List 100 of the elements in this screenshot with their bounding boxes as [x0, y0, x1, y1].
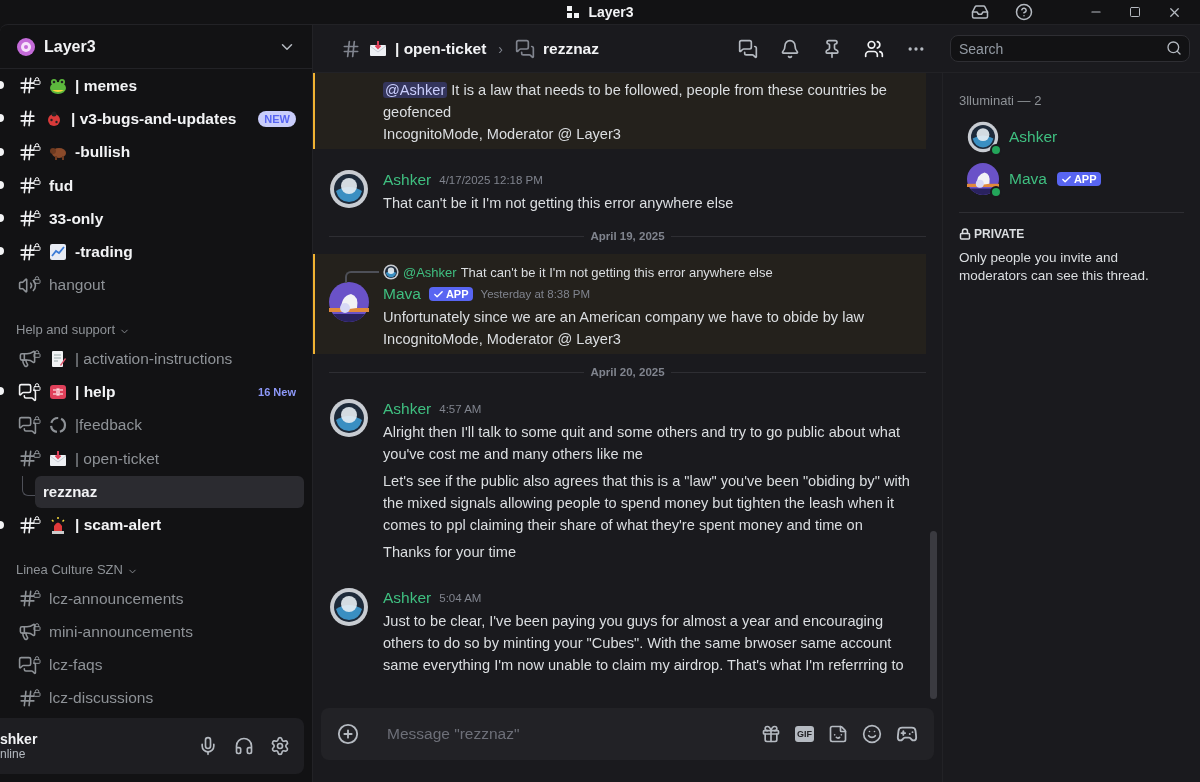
hash-icon — [18, 449, 37, 469]
maximize-icon[interactable] — [1129, 6, 1141, 18]
logo-icon — [566, 5, 581, 19]
speech-bubbles-icon — [18, 382, 37, 402]
timestamp: 5:04 AM — [439, 592, 482, 604]
server-icon — [16, 36, 36, 57]
threads-icon[interactable] — [738, 38, 758, 59]
channel-name[interactable]: fud — [49, 176, 304, 195]
hash-icon — [18, 142, 37, 162]
scrollbar[interactable] — [930, 531, 937, 699]
message-text: That can't be it I'm not getting this error anywhere else — [383, 195, 734, 211]
hash-icon — [341, 38, 361, 59]
channel-name[interactable]: |feedback — [75, 416, 304, 435]
author-name[interactable]: Ashker — [383, 400, 432, 418]
channel-name[interactable]: hangout — [49, 276, 304, 295]
settings-icon[interactable] — [270, 736, 290, 756]
mention[interactable]: @Ashker — [383, 82, 448, 98]
breadcrumb-separator: › — [498, 40, 503, 57]
message-text: IncognitoMode, Moderator @ Layer3 — [383, 331, 621, 347]
app-badge: APP — [1056, 172, 1101, 186]
timestamp: Yesterday at 8:38 PM — [480, 288, 591, 300]
search-field[interactable]: Search — [950, 35, 1190, 62]
channel-name[interactable]: | v3-bugs-and-updates — [71, 109, 251, 128]
message-text: Alright then I'll talk to some quit and some others and try to go public about what you've cost me and many others like me — [383, 424, 901, 462]
help-icon[interactable] — [1015, 3, 1033, 21]
envelope-icon — [49, 449, 67, 468]
members-icon[interactable] — [864, 38, 884, 59]
inbox-icon[interactable] — [971, 3, 989, 21]
avatar — [329, 587, 369, 627]
channel-name[interactable]: 33-only — [49, 209, 304, 228]
channel-name[interactable]: lcz-faqs — [49, 656, 304, 675]
timestamp: 4:57 AM — [439, 403, 482, 415]
new-badge: NEW — [258, 110, 296, 127]
channel-name[interactable]: | memes — [75, 76, 304, 95]
sticker-icon[interactable] — [828, 724, 848, 744]
new-count: 16 New — [258, 386, 296, 398]
thread-icon — [515, 38, 535, 59]
hash-icon — [18, 515, 37, 535]
microphone-icon[interactable] — [198, 736, 218, 756]
author-name[interactable]: Ashker — [383, 171, 432, 189]
emoji-icon[interactable] — [862, 724, 882, 744]
message-text: Unfortunately since we are an American company we have to obide by law — [383, 309, 865, 325]
avatar — [967, 121, 999, 153]
chart-icon — [49, 243, 67, 262]
lock-icon — [959, 228, 971, 240]
avatar — [329, 169, 369, 209]
channel-name[interactable]: | help — [75, 383, 251, 401]
speaker-icon — [18, 275, 37, 295]
megaphone-icon — [18, 349, 37, 369]
channel-name[interactable]: | scam-alert — [75, 516, 304, 535]
avatar — [383, 264, 399, 280]
avatar — [967, 163, 999, 195]
reply-connector — [345, 271, 379, 283]
channel-name[interactable]: | activation-instructions — [75, 349, 304, 368]
category-label[interactable]: Help and support — [16, 322, 115, 338]
gift-icon[interactable] — [761, 724, 781, 744]
hash-icon — [18, 242, 37, 262]
hash-icon — [18, 76, 37, 96]
category-label[interactable]: Linea Culture SZN — [16, 561, 123, 577]
channel-name[interactable]: | open-ticket — [75, 449, 304, 468]
hash-icon — [18, 589, 37, 608]
hash-icon — [18, 109, 37, 129]
message-text: @Ashker It is a law that needs to be followed, people from these countries be geofenced — [383, 82, 887, 120]
message-text: Thanks for your time — [383, 544, 516, 560]
window-title: Layer3 — [588, 4, 634, 20]
message-text: Just to be clear, I've been paying you guys for almost a year and encouraging others to do so by minting your "Cubes". With the same brwoser same account same everything I'm now unable to claim my airdrop. That's what I'm referrring to — [383, 613, 904, 673]
thread-item[interactable]: rezznaz — [35, 475, 304, 508]
member-name[interactable]: Ashker — [1009, 128, 1058, 146]
privacy-description: Only people you invite and moderators can see this thread. — [959, 249, 1150, 285]
user-name: shker — [0, 731, 39, 747]
reply-author[interactable]: @Ashker — [403, 264, 457, 280]
app-badge: APP — [428, 287, 473, 301]
channel-name[interactable]: mini-announcements — [49, 622, 304, 641]
server-name[interactable]: Layer3 — [44, 37, 270, 56]
channel-title[interactable]: | open-ticket — [395, 39, 487, 58]
channel-name[interactable]: lcz-announcements — [49, 589, 304, 608]
pin-icon[interactable] — [822, 38, 842, 59]
search-icon — [1166, 40, 1182, 56]
channel-name[interactable]: lcz-discussions — [49, 689, 304, 708]
channel-name[interactable]: -trading — [75, 243, 304, 262]
avatar — [329, 282, 369, 322]
headphones-icon[interactable] — [234, 736, 254, 756]
member-group-heading: 3lluminati — 2 — [959, 93, 1043, 108]
plus-icon[interactable] — [337, 723, 359, 745]
reply-text[interactable]: That can't be it I'm not getting this error anywhere else — [460, 264, 773, 280]
check-icon — [1060, 173, 1072, 185]
gif-icon[interactable]: GIF — [795, 726, 814, 742]
channel-name[interactable]: -bullish — [75, 143, 304, 162]
avatar — [329, 398, 369, 438]
message-field[interactable]: Message "rezznaz" — [385, 724, 747, 744]
author-name[interactable]: Mava — [383, 285, 421, 303]
ladybug-icon — [45, 109, 63, 128]
megaphone-icon — [18, 622, 37, 642]
bell-icon[interactable] — [780, 38, 800, 59]
member-name[interactable]: Mava — [1009, 170, 1047, 188]
author-name[interactable]: Ashker — [383, 589, 432, 607]
siren-icon — [49, 516, 67, 535]
user-status: nline — [0, 747, 27, 761]
message-text: IncognitoMode, Moderator @ Layer3 — [383, 126, 621, 142]
check-icon — [432, 288, 444, 300]
